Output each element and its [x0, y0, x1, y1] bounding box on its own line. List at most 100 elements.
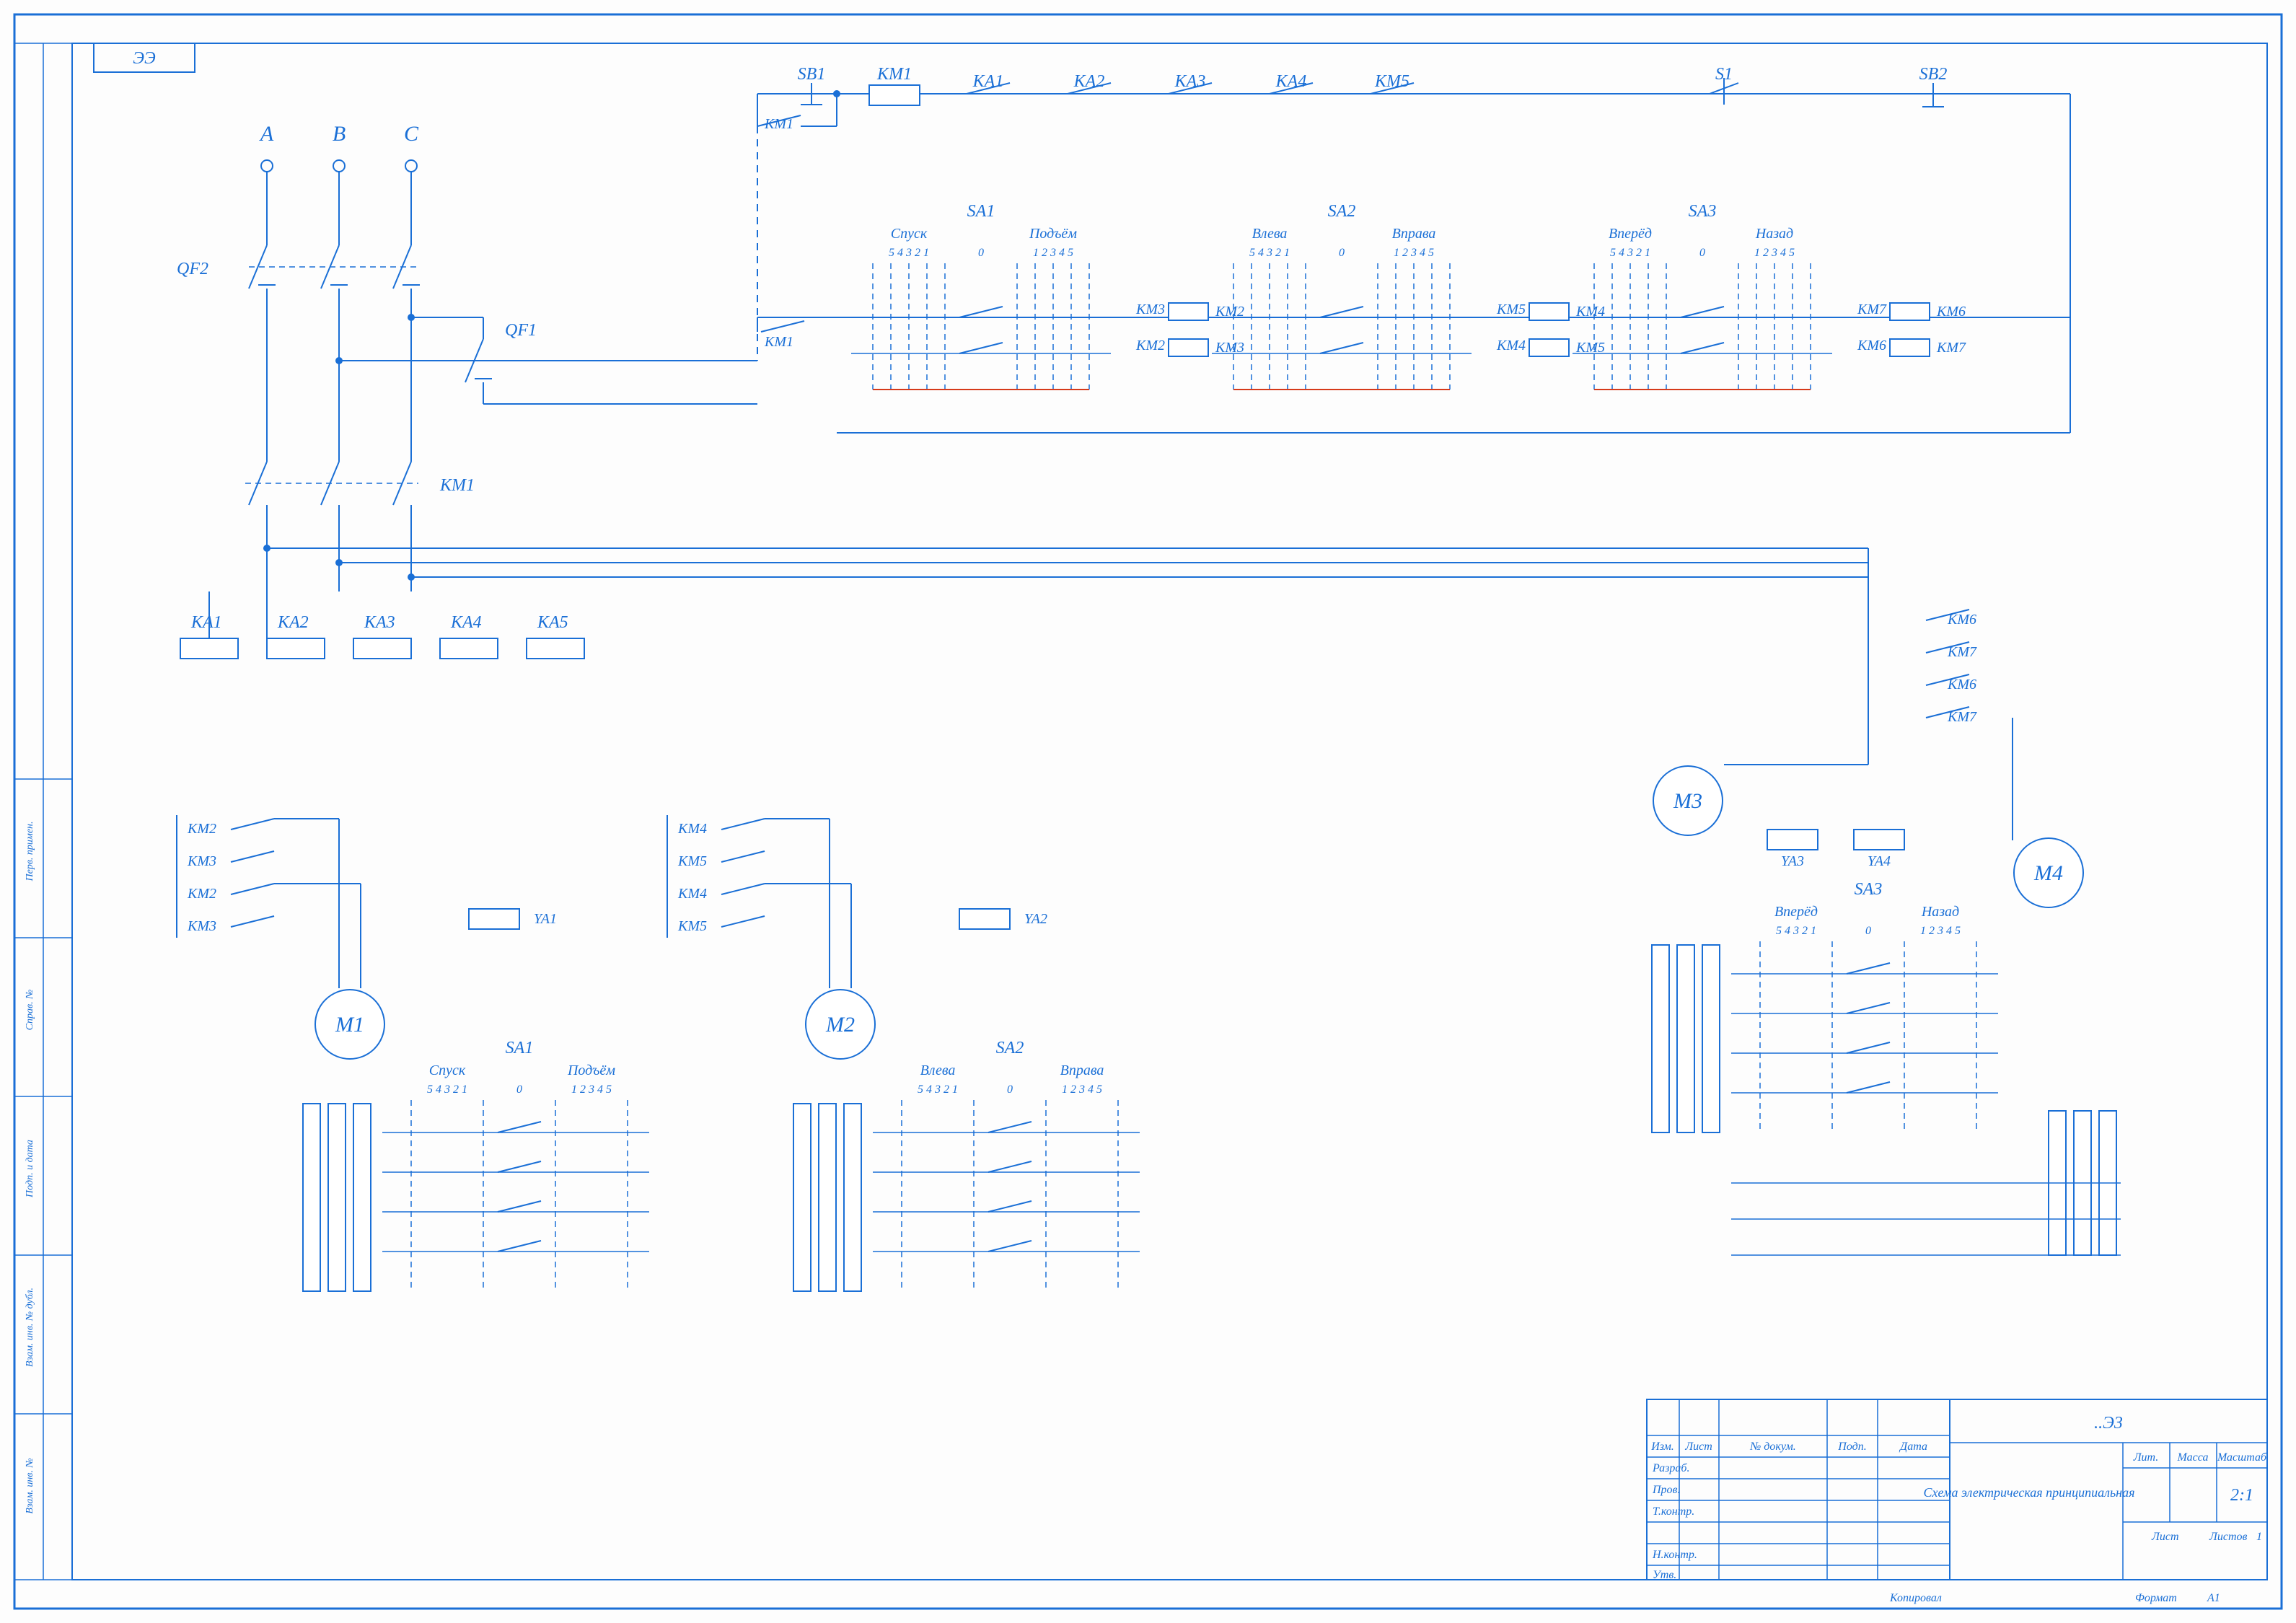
svg-text:Вперёд: Вперёд — [1609, 226, 1652, 242]
svg-text:SA3: SA3 — [1689, 202, 1717, 221]
ka2-label: KA2 — [277, 613, 309, 632]
svg-text:SA1: SA1 — [506, 1039, 534, 1057]
svg-text:Дата: Дата — [1899, 1441, 1927, 1453]
svg-text:0: 0 — [1007, 1083, 1013, 1096]
svg-text:KM4: KM4 — [677, 821, 707, 837]
svg-text:5 4 3 2 1: 5 4 3 2 1 — [1249, 247, 1290, 259]
ka-boxes — [180, 638, 584, 659]
km1-coil — [869, 85, 920, 105]
sa2-control-block: SA2 Влева Вправа 5 4 3 2 1 0 1 2 3 4 5 K… — [1212, 202, 1605, 390]
svg-text:KM3: KM3 — [187, 918, 216, 934]
svg-text:Подп.: Подп. — [1837, 1441, 1866, 1453]
ka3-label: KA3 — [364, 613, 395, 632]
svg-text:5 4 3 2 1: 5 4 3 2 1 — [427, 1083, 467, 1096]
km1-coil-label: KM1 — [876, 65, 912, 84]
qf2-label: QF2 — [177, 260, 208, 278]
svg-text:Спуск: Спуск — [429, 1063, 466, 1078]
title-block: Изм. Лист № докум. Подп. Дата Разраб. Пр… — [1647, 1399, 2267, 1581]
m3-symbol: M3 — [1673, 789, 1702, 813]
motor1-block: KM2 KM3 KM2 KM3 M1 YA1 SA1 Спуск Подъём … — [177, 815, 649, 1291]
svg-text:Вправа: Вправа — [1392, 226, 1436, 242]
sb1-label: SB1 — [798, 65, 826, 84]
km1-contactor — [245, 462, 418, 505]
svg-text:1: 1 — [2256, 1531, 2262, 1543]
svg-text:Подп. и дата: Подп. и дата — [25, 1140, 35, 1198]
svg-text:0: 0 — [1699, 247, 1705, 259]
svg-text:Влева: Влева — [1252, 226, 1288, 242]
svg-text:Справ. №: Справ. № — [25, 990, 35, 1031]
svg-text:5 4 3 2 1: 5 4 3 2 1 — [918, 1083, 958, 1096]
svg-text:SA2: SA2 — [1328, 202, 1356, 221]
svg-text:KM4: KM4 — [1496, 338, 1526, 353]
m2-symbol: M2 — [825, 1013, 855, 1037]
svg-text:Лист: Лист — [2151, 1531, 2179, 1543]
svg-text:0: 0 — [1339, 247, 1345, 259]
svg-text:Разраб.: Разраб. — [1652, 1462, 1689, 1474]
svg-text:5 4 3 2 1: 5 4 3 2 1 — [889, 247, 929, 259]
svg-text:KM7: KM7 — [1857, 302, 1887, 317]
km1-power-label: KM1 — [439, 476, 475, 495]
svg-text:5 4 3 2 1: 5 4 3 2 1 — [1776, 925, 1816, 937]
svg-text:KM2: KM2 — [1135, 338, 1165, 353]
km1-aux-label: KM1 — [764, 334, 793, 350]
svg-text:KM7: KM7 — [1936, 340, 1966, 356]
footer-format: Формат — [2135, 1592, 2177, 1604]
ya1-label: YA1 — [534, 911, 557, 927]
motor2-block: KM4 KM5 KM4 KM5 M2 YA2 SA2 Влева Вправа … — [667, 815, 1140, 1291]
svg-text:№ докум.: № докум. — [1749, 1441, 1796, 1453]
svg-text:KM3: KM3 — [187, 853, 216, 869]
sa3-control-block: SA3 Вперёд Назад 5 4 3 2 1 0 1 2 3 4 5 K… — [1573, 202, 1966, 390]
svg-text:KM3: KM3 — [1135, 302, 1165, 317]
svg-text:1 2 3 4 5: 1 2 3 4 5 — [571, 1083, 612, 1096]
ka5-label: KA5 — [537, 613, 568, 632]
svg-text:1 2 3 4 5: 1 2 3 4 5 — [1033, 247, 1073, 259]
svg-text:1 2 3 4 5: 1 2 3 4 5 — [1754, 247, 1795, 259]
side-columns: Перв. примен. Справ. № Подп. и дата Взам… — [14, 43, 72, 1580]
ka-row: KA1 KA2 KA3 KA4 KA5 — [190, 613, 568, 632]
svg-text:Назад: Назад — [1755, 226, 1793, 242]
sa1-control-block: SA1 Спуск Подъём 5 4 3 2 1 0 1 2 3 4 5 K… — [851, 202, 1244, 390]
ya3-label: YA3 — [1781, 853, 1804, 869]
svg-text:Подъём: Подъём — [1029, 226, 1077, 242]
inner-frame — [72, 43, 2267, 1580]
svg-text:KM5: KM5 — [677, 853, 707, 869]
svg-text:Взам. инв. №: Взам. инв. № — [25, 1458, 35, 1513]
svg-text:Утв.: Утв. — [1653, 1569, 1676, 1581]
ya4-label: YA4 — [1868, 853, 1891, 869]
svg-text:KM2: KM2 — [187, 821, 216, 837]
svg-text:0: 0 — [978, 247, 984, 259]
qf2-breaker — [249, 245, 420, 289]
ya2-label: YA2 — [1024, 911, 1047, 927]
svg-text:Масса: Масса — [2177, 1451, 2209, 1464]
svg-text:Подъём: Подъём — [567, 1063, 615, 1078]
svg-text:Спуск: Спуск — [891, 226, 928, 242]
code-top-label: ЭЭ — [133, 49, 156, 68]
ka-series-contacts: KA1 KA2 KA3 KA4 KM5 — [967, 72, 1414, 94]
sb1-button — [797, 83, 826, 105]
phase-a-label: A — [259, 122, 274, 146]
phase-b-label: B — [333, 122, 346, 146]
m1-symbol: M1 — [335, 1013, 364, 1037]
svg-text:SA3: SA3 — [1855, 880, 1883, 899]
svg-text:KM5: KM5 — [677, 918, 707, 934]
svg-text:0: 0 — [1865, 925, 1871, 937]
svg-text:Взам. инв. № дубл.: Взам. инв. № дубл. — [25, 1288, 35, 1367]
svg-text:Влева: Влева — [920, 1063, 956, 1078]
svg-text:Масштаб: Масштаб — [2217, 1451, 2267, 1464]
phase-c-label: C — [404, 122, 419, 146]
ka4-label: KA4 — [450, 613, 482, 632]
svg-text:SA1: SA1 — [967, 202, 995, 221]
svg-text:Вперёд: Вперёд — [1774, 904, 1818, 920]
svg-text:Назад: Назад — [1921, 904, 1959, 920]
svg-text:KM6: KM6 — [1936, 304, 1966, 320]
svg-text:Пров.: Пров. — [1652, 1484, 1681, 1496]
svg-text:0: 0 — [516, 1083, 522, 1096]
svg-text:KM5: KM5 — [1496, 302, 1526, 317]
drawing-title: Схема электрическая принципиальная — [1924, 1485, 2135, 1500]
svg-text:Перв. примен.: Перв. примен. — [25, 822, 35, 882]
svg-text:Н.контр.: Н.контр. — [1652, 1549, 1697, 1561]
ka1-label: KA1 — [190, 613, 222, 632]
svg-text:KM2: KM2 — [187, 886, 216, 902]
svg-text:Лит.: Лит. — [2133, 1451, 2159, 1464]
svg-text:Изм.: Изм. — [1650, 1441, 1674, 1453]
